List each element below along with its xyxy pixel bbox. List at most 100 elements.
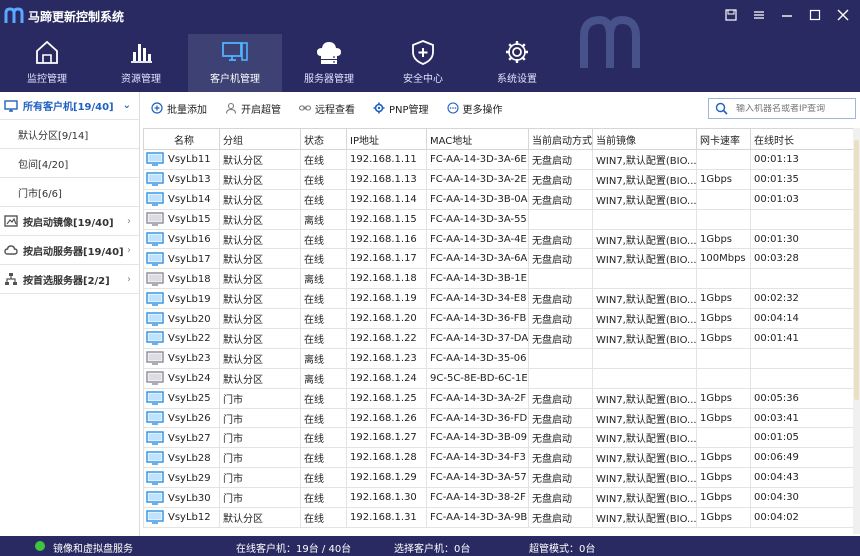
tab-servers[interactable]: 服务器管理	[282, 34, 376, 92]
image-stack-icon	[4, 215, 18, 227]
cell-image: WIN7,默认配置(BIO...	[592, 507, 697, 528]
cell-nic-speed: 1Gbps	[696, 168, 751, 190]
network-tree-icon	[5, 273, 17, 285]
table-row[interactable]: VsyLb11 默认分区 在线 192.168.1.11 FC-AA-14-3D-3A-…	[143, 149, 853, 170]
table-row[interactable]: VsyLb26 门市 在线 192.168.1.26 FC-AA-14-3D-36-FD…	[143, 407, 853, 429]
maximize-icon[interactable]	[806, 6, 824, 24]
cell-group: 默认分区	[219, 188, 301, 210]
table-row[interactable]: VsyLb17 默认分区 在线 192.168.1.17 FC-AA-14-3D-3A-…	[143, 248, 853, 270]
computer-icon	[146, 192, 164, 206]
cell-online-time: 00:06:49	[750, 447, 853, 469]
menu-icon[interactable]	[750, 6, 768, 24]
cell-online-time: 00:04:43	[750, 467, 853, 489]
column-header-status[interactable]: 状态	[300, 128, 347, 150]
cell-status: 在线	[300, 308, 347, 330]
cell-name: VsyLb19	[143, 288, 220, 310]
table-row[interactable]: VsyLb16 默认分区 在线 192.168.1.16 FC-AA-14-3D-3A-…	[143, 228, 853, 250]
search-box[interactable]	[708, 98, 856, 119]
pnp-manage-button[interactable]: PNP管理	[373, 101, 429, 116]
bar-chart-icon	[131, 44, 152, 63]
table-header-row: 名称 分组 状态 IP地址 MAC地址 当前启动方式 当前镜像 网卡速率 在线时…	[143, 128, 853, 150]
vertical-scrollbar[interactable]	[853, 128, 860, 534]
column-header-ip[interactable]: IP地址	[346, 128, 427, 150]
cell-nic-speed: 1Gbps	[696, 308, 751, 330]
cell-nic-speed	[696, 367, 751, 389]
sidebar-item-group[interactable]: 包间[4/20]	[0, 149, 139, 178]
batch-add-button[interactable]: 批量添加	[151, 101, 207, 116]
client-name: VsyLb29	[168, 472, 211, 484]
scrollbar-thumb[interactable]	[854, 140, 859, 400]
cell-name: VsyLb17	[143, 248, 220, 270]
computer-icon	[146, 391, 164, 405]
sidebar-item-by-boot-server[interactable]: 按启动服务器[19/40] ›	[0, 236, 139, 265]
client-name: VsyLb14	[168, 194, 211, 206]
cell-online-time: 00:01:30	[750, 228, 853, 250]
save-icon[interactable]	[722, 6, 740, 24]
client-name: VsyLb27	[168, 432, 211, 444]
tab-clients[interactable]: 客户机管理	[188, 34, 282, 92]
sidebar-item-label: 按启动服务器[19/40]	[23, 246, 124, 258]
cell-group: 默认分区	[219, 308, 301, 330]
tab-security[interactable]: 安全中心	[376, 34, 470, 92]
column-header-nic-speed[interactable]: 网卡速率	[696, 128, 751, 150]
table-row[interactable]: VsyLb20 默认分区 在线 192.168.1.20 FC-AA-14-3D-36-…	[143, 308, 853, 330]
cell-group: 默认分区	[219, 248, 301, 270]
search-input[interactable]	[736, 103, 846, 114]
tab-resources[interactable]: 资源管理	[94, 34, 188, 92]
table-row[interactable]: VsyLb28 门市 在线 192.168.1.28 FC-AA-14-3D-34-F3…	[143, 447, 853, 469]
cell-online-time: 00:04:02	[750, 507, 853, 528]
computer-icon	[146, 371, 164, 385]
cell-image: WIN7,默认配置(BIO...	[592, 188, 697, 210]
sidebar: 所有客户机[19/40] ⌄ 默认分区[9/14] 包间[4/20] 门市[6/…	[0, 92, 140, 536]
client-name: VsyLb25	[168, 393, 211, 405]
close-icon[interactable]	[834, 6, 852, 24]
table-row[interactable]: VsyLb25 门市 在线 192.168.1.25 FC-AA-14-3D-3A-2F…	[143, 387, 853, 409]
table-row[interactable]: VsyLb30 门市 在线 192.168.1.30 FC-AA-14-3D-38-2F…	[143, 487, 853, 509]
cell-ip: 192.168.1.14	[346, 188, 427, 210]
table-row[interactable]: VsyLb23 默认分区 离线 192.168.1.23 FC-AA-14-3D-35-…	[143, 347, 853, 369]
table-row[interactable]: VsyLb22 默认分区 在线 192.168.1.22 FC-AA-14-3D-37-…	[143, 328, 853, 349]
sidebar-item-label: 按首选服务器[2/2]	[23, 275, 110, 287]
cell-image: WIN7,默认配置(BIO...	[592, 387, 697, 409]
table-row[interactable]: VsyLb24 默认分区 离线 192.168.1.24 9C-5C-8E-BD-6C-…	[143, 367, 853, 389]
table-row[interactable]: VsyLb14 默认分区 在线 192.168.1.14 FC-AA-14-3D-3B-…	[143, 188, 853, 210]
client-name: VsyLb17	[168, 253, 211, 265]
table-row[interactable]: VsyLb18 默认分区 离线 192.168.1.18 FC-AA-14-3D-3B-…	[143, 268, 853, 290]
table-row[interactable]: VsyLb29 门市 在线 192.168.1.29 FC-AA-14-3D-3A-57…	[143, 467, 853, 489]
computer-icon	[146, 232, 164, 246]
enable-super-button[interactable]: 开启超管	[225, 101, 281, 116]
cell-status: 在线	[300, 168, 347, 190]
sidebar-item-by-image[interactable]: 按启动镜像[19/40] ›	[0, 207, 139, 236]
cell-status: 在线	[300, 407, 347, 429]
table-row[interactable]: VsyLb19 默认分区 在线 192.168.1.19 FC-AA-14-3D-34-…	[143, 288, 853, 310]
cell-image	[592, 268, 697, 290]
minimize-icon[interactable]	[778, 6, 796, 24]
cell-mac: FC-AA-14-3D-35-06	[426, 347, 529, 369]
table-row[interactable]: VsyLb12 默认分区 在线 192.168.1.31 FC-AA-14-3D-3A-…	[143, 507, 853, 528]
remote-view-button[interactable]: 远程查看	[299, 101, 355, 116]
cell-online-time: 00:03:41	[750, 407, 853, 429]
computer-icon	[146, 431, 164, 445]
table-row[interactable]: VsyLb15 默认分区 离线 192.168.1.15 FC-AA-14-3D-3A-…	[143, 208, 853, 230]
column-header-group[interactable]: 分组	[219, 128, 301, 150]
sidebar-item-group[interactable]: 默认分区[9/14]	[0, 120, 139, 149]
sidebar-item-all-clients[interactable]: 所有客户机[19/40] ⌄	[0, 92, 139, 120]
column-header-name[interactable]: 名称	[143, 128, 220, 150]
cell-group: 门市	[219, 487, 301, 509]
sidebar-item-group[interactable]: 门市[6/6]	[0, 178, 139, 207]
tab-monitor[interactable]: 监控管理	[0, 34, 94, 92]
column-header-image[interactable]: 当前镜像	[592, 128, 697, 150]
cell-ip: 192.168.1.28	[346, 447, 427, 469]
sidebar-item-by-preferred-server[interactable]: 按首选服务器[2/2] ›	[0, 265, 139, 294]
column-header-mac[interactable]: MAC地址	[426, 128, 529, 150]
cell-ip: 192.168.1.19	[346, 288, 427, 310]
column-header-boot-mode[interactable]: 当前启动方式	[528, 128, 593, 150]
table-row[interactable]: VsyLb27 门市 在线 192.168.1.27 FC-AA-14-3D-3B-09…	[143, 427, 853, 449]
cell-name: VsyLb28	[143, 447, 220, 469]
column-header-online-time[interactable]: 在线时长	[750, 128, 853, 150]
cell-boot-mode	[528, 268, 593, 290]
table-row[interactable]: VsyLb13 默认分区 在线 192.168.1.13 FC-AA-14-3D-3A-…	[143, 168, 853, 190]
cell-nic-speed: 100Mbps	[696, 248, 751, 270]
tab-settings[interactable]: 系统设置	[470, 34, 564, 92]
more-actions-button[interactable]: 更多操作	[446, 101, 503, 116]
